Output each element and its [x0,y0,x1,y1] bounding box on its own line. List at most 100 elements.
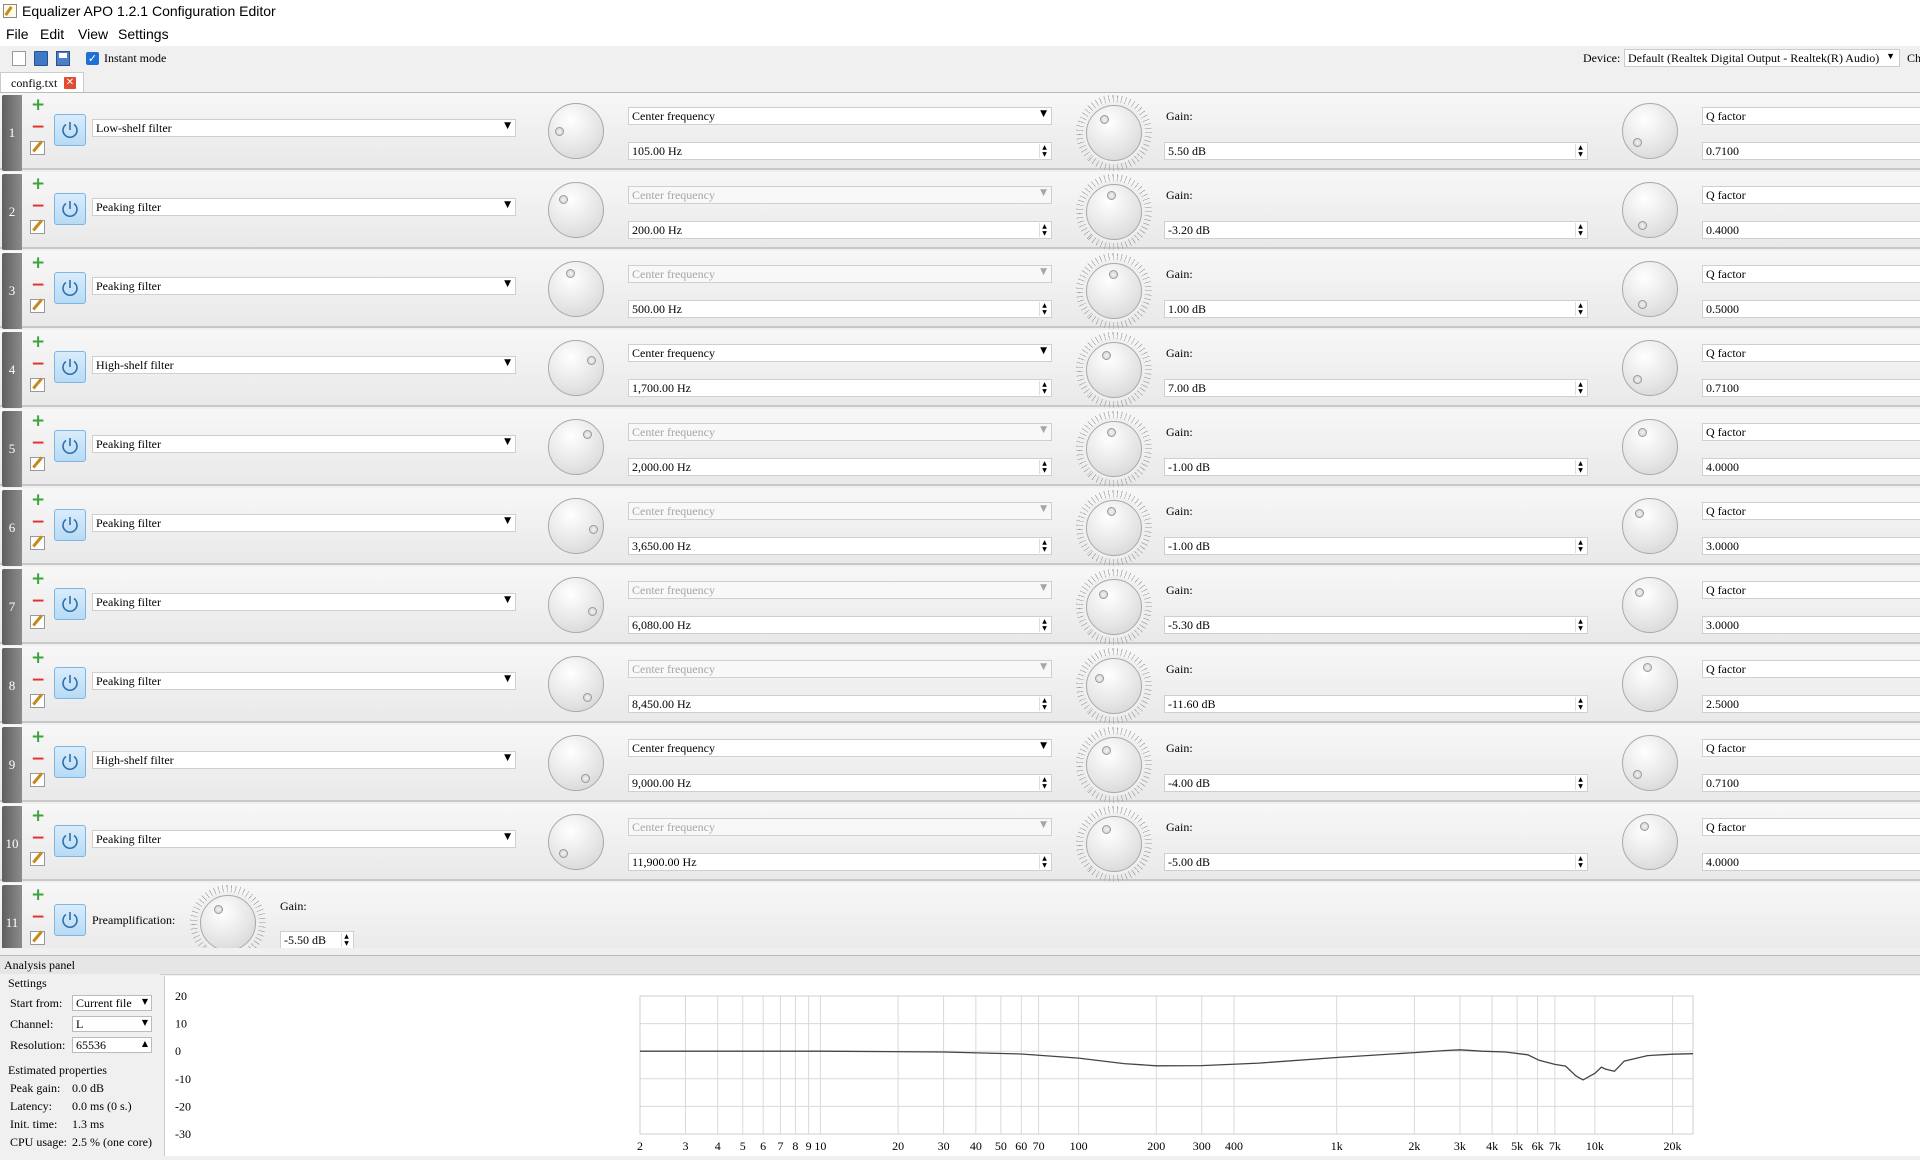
menu-file[interactable]: File [6,26,29,42]
q-factor-select[interactable]: Q factor [1702,660,1920,678]
spin-arrows-icon[interactable]: ▲ ▼ [1039,381,1049,395]
filter-power-button[interactable] [54,193,86,225]
gain-knob[interactable] [1086,658,1142,714]
spin-arrows-icon[interactable]: ▲ ▼ [341,933,351,947]
frequency-input[interactable]: 2,000.00 Hz ▲ ▼ [628,458,1052,476]
q-factor-input[interactable]: 0.4000 [1702,221,1920,239]
filter-type-select[interactable]: Peaking filter ▼ [92,593,516,611]
add-filter-icon[interactable]: + [31,887,45,904]
gain-knob[interactable] [1086,184,1142,240]
add-filter-icon[interactable]: + [31,413,45,430]
q-factor-input[interactable]: 4.0000 [1702,853,1920,871]
frequency-knob[interactable] [548,735,604,791]
frequency-mode-select[interactable]: Center frequency ▼ [628,107,1052,125]
edit-filter-icon[interactable] [30,457,45,471]
gain-input[interactable]: 5.50 dB ▲ ▼ [1164,142,1588,160]
filter-power-button[interactable] [54,509,86,541]
add-filter-icon[interactable]: + [31,176,45,193]
tab-config-txt[interactable]: config.txt ✕ [0,72,84,92]
spin-arrows-icon[interactable]: ▲ ▼ [1039,855,1049,869]
menu-view[interactable]: View [78,26,108,42]
q-factor-select[interactable]: Q factor [1702,107,1920,125]
spin-arrows-icon[interactable]: ▲ [142,1039,148,1048]
edit-filter-icon[interactable] [30,694,45,708]
filter-type-select[interactable]: Peaking filter ▼ [92,672,516,690]
add-filter-icon[interactable]: + [31,729,45,746]
remove-filter-icon[interactable]: − [31,435,45,452]
q-factor-select[interactable]: Q factor [1702,581,1920,599]
gain-input[interactable]: -5.30 dB ▲ ▼ [1164,616,1588,634]
gain-input[interactable]: 7.00 dB ▲ ▼ [1164,379,1588,397]
spin-arrows-icon[interactable]: ▲ ▼ [1039,618,1049,632]
q-factor-knob[interactable] [1622,577,1678,633]
add-filter-icon[interactable]: + [31,650,45,667]
filter-power-button[interactable] [54,746,86,778]
frequency-mode-select[interactable]: Center frequency ▼ [628,344,1052,362]
frequency-knob[interactable] [548,656,604,712]
gain-knob[interactable] [1086,342,1142,398]
spin-arrows-icon[interactable]: ▲ ▼ [1039,460,1049,474]
frequency-input[interactable]: 8,450.00 Hz ▲ ▼ [628,695,1052,713]
remove-filter-icon[interactable]: − [31,830,45,847]
edit-filter-icon[interactable] [30,220,45,234]
edit-filter-icon[interactable] [30,773,45,787]
add-filter-icon[interactable]: + [31,571,45,588]
q-factor-select[interactable]: Q factor [1702,739,1920,757]
spin-arrows-icon[interactable]: ▲ ▼ [1575,144,1585,158]
close-icon[interactable]: ✕ [64,77,76,89]
q-factor-select[interactable]: Q factor [1702,344,1920,362]
gain-input[interactable]: -3.20 dB ▲ ▼ [1164,221,1588,239]
frequency-mode-select[interactable]: Center frequency ▼ [628,739,1052,757]
spin-arrows-icon[interactable]: ▲ ▼ [1575,302,1585,316]
add-filter-icon[interactable]: + [31,334,45,351]
filter-power-button[interactable] [54,114,86,146]
filter-type-select[interactable]: Low-shelf filter ▼ [92,119,516,137]
device-select[interactable]: Default (Realtek Digital Output - Realte… [1624,49,1900,67]
spin-arrows-icon[interactable]: ▲ ▼ [1039,302,1049,316]
filter-power-button[interactable] [54,588,86,620]
frequency-mode-select[interactable]: Center frequency ▼ [628,265,1052,283]
edit-filter-icon[interactable] [30,852,45,866]
filter-type-select[interactable]: Peaking filter ▼ [92,435,516,453]
channel-select[interactable]: L ▼ [72,1016,152,1032]
q-factor-select[interactable]: Q factor [1702,502,1920,520]
spin-arrows-icon[interactable]: ▲ ▼ [1575,381,1585,395]
frequency-input[interactable]: 11,900.00 Hz ▲ ▼ [628,853,1052,871]
spin-arrows-icon[interactable]: ▲ ▼ [1039,776,1049,790]
q-factor-input[interactable]: 0.5000 [1702,300,1920,318]
frequency-input[interactable]: 6,080.00 Hz ▲ ▼ [628,616,1052,634]
remove-filter-icon[interactable]: − [31,672,45,689]
filter-power-button[interactable] [54,351,86,383]
filter-type-select[interactable]: High-shelf filter ▼ [92,751,516,769]
q-factor-input[interactable]: 0.7100 [1702,379,1920,397]
new-file-icon[interactable] [12,51,26,66]
gain-knob[interactable] [1086,737,1142,793]
filter-power-button[interactable] [54,825,86,857]
q-factor-input[interactable]: 0.7100 [1702,774,1920,792]
filter-power-button[interactable] [54,272,86,304]
q-factor-input[interactable]: 4.0000 [1702,458,1920,476]
gain-input[interactable]: 1.00 dB ▲ ▼ [1164,300,1588,318]
filter-power-button[interactable] [54,430,86,462]
add-filter-icon[interactable]: + [31,808,45,825]
q-factor-knob[interactable] [1622,182,1678,238]
q-factor-knob[interactable] [1622,735,1678,791]
spin-arrows-icon[interactable]: ▲ ▼ [1575,618,1585,632]
gain-knob[interactable] [1086,105,1142,161]
preamp-gain-knob[interactable] [200,895,256,948]
filter-type-select[interactable]: Peaking filter ▼ [92,514,516,532]
frequency-knob[interactable] [548,577,604,633]
gain-knob[interactable] [1086,579,1142,635]
edit-filter-icon[interactable] [30,378,45,392]
frequency-input[interactable]: 1,700.00 Hz ▲ ▼ [628,379,1052,397]
gain-knob[interactable] [1086,500,1142,556]
frequency-input[interactable]: 200.00 Hz ▲ ▼ [628,221,1052,239]
q-factor-knob[interactable] [1622,340,1678,396]
menu-settings[interactable]: Settings [118,26,169,42]
add-filter-icon[interactable]: + [31,97,45,114]
add-filter-icon[interactable]: + [31,492,45,509]
remove-filter-icon[interactable]: − [31,514,45,531]
spin-arrows-icon[interactable]: ▲ ▼ [1575,776,1585,790]
frequency-mode-select[interactable]: Center frequency ▼ [628,186,1052,204]
edit-filter-icon[interactable] [30,615,45,629]
